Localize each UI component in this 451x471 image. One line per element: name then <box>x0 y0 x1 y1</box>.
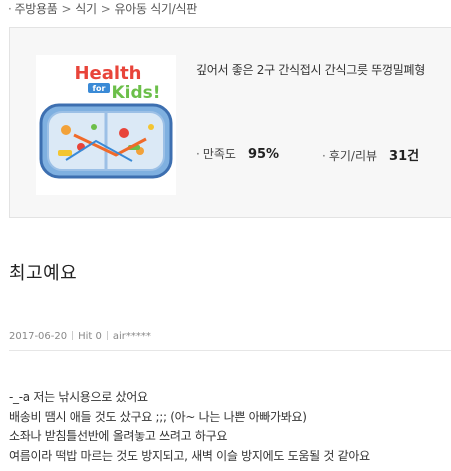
meta-divider <box>72 331 74 340</box>
review-title: 최고예요 <box>9 263 78 284</box>
bullet-icon: · <box>196 147 200 161</box>
section-divider <box>9 350 451 351</box>
meta-divider <box>106 331 108 340</box>
review-line: -_-a 저는 낚시용으로 샀어요 <box>9 390 148 404</box>
review-date: 2017-06-20 <box>9 331 68 342</box>
review-hit-count: Hit 0 <box>78 331 102 342</box>
reviews-stat: · 후기/리뷰 31건 <box>322 145 419 164</box>
product-name-link[interactable]: 깊어서 좋은 2구 간식접시 간식그릇 뚜껑밀폐형 <box>196 61 425 78</box>
reviews-value: 31건 <box>389 149 420 164</box>
breadcrumb: · 주방용품 > 식기 > 유아동 식기/식판 <box>8 0 197 17</box>
product-image[interactable]: Health for Kids! <box>36 55 176 195</box>
svg-text:Kids!: Kids! <box>111 83 160 103</box>
breadcrumb-item-tableware[interactable]: 식기 <box>75 2 97 16</box>
satisfaction-stat: · 만족도 95% <box>196 145 279 162</box>
breadcrumb-separator: > <box>61 2 72 16</box>
svg-text:for: for <box>93 84 106 93</box>
product-card: Health for Kids! 깊어서 좋은 2구 간식접시 간식그릇 뚜껑밀… <box>9 27 451 218</box>
product-image-graphic: Health for Kids! <box>39 63 173 179</box>
review-body: -_-a 저는 낚시용으로 샀어요 배송비 땜시 애들 것도 샀구요 ;;; (… <box>9 388 370 466</box>
satisfaction-value: 95% <box>247 147 280 162</box>
breadcrumb-item-kids-tableware[interactable]: 유아동 식기/식판 <box>115 2 198 16</box>
review-line: 배송비 땜시 애들 것도 샀구요 ;;; (아~ 나는 나쁜 아빠가봐요) <box>9 409 307 424</box>
satisfaction-label: 만족도 <box>202 147 236 161</box>
review-line: 여름이라 떡밥 마르는 것도 방지되고, 새벽 이슬 방지에도 도움될 것 같아… <box>9 448 370 463</box>
bullet-icon: · <box>8 2 12 16</box>
review-author: air***** <box>112 331 151 342</box>
breadcrumb-item-kitchen[interactable]: 주방용품 <box>15 2 58 16</box>
review-meta: 2017-06-20 Hit 0 air***** <box>9 331 151 342</box>
breadcrumb-separator: > <box>100 2 111 16</box>
review-line: 소좌나 받침틀선반에 올려놓고 쓰려고 하구요 <box>9 429 228 443</box>
bullet-icon: · <box>322 149 326 163</box>
reviews-label: 후기/리뷰 <box>328 149 378 163</box>
svg-text:Health: Health <box>74 63 141 84</box>
